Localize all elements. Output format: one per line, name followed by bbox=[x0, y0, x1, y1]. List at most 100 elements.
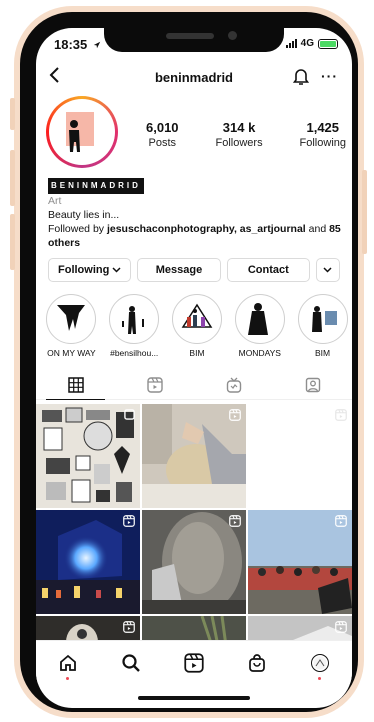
highlight-label: ON MY WAY bbox=[47, 348, 96, 358]
profile-avatar-icon bbox=[311, 653, 330, 672]
post-thumbnail[interactable] bbox=[248, 404, 352, 508]
post-thumbnail[interactable] bbox=[36, 404, 140, 508]
post-thumbnail[interactable] bbox=[248, 510, 352, 614]
stat-following[interactable]: 1,425 Following bbox=[300, 120, 346, 149]
multiple-posts-icon bbox=[124, 409, 135, 420]
highlight-thumbnail bbox=[247, 303, 268, 335]
bell-icon bbox=[292, 69, 310, 85]
nav-profile[interactable] bbox=[305, 648, 335, 680]
highlight-label: MONDAYS bbox=[238, 348, 281, 358]
shopping-bag-icon bbox=[249, 653, 266, 672]
notification-dot bbox=[318, 676, 322, 680]
stat-number: 6,010 bbox=[146, 120, 179, 135]
avatar-image bbox=[66, 112, 94, 152]
post-thumbnail[interactable] bbox=[36, 510, 140, 614]
chevron-down-icon bbox=[323, 267, 333, 273]
stat-label: Posts bbox=[148, 137, 177, 149]
home-indicator[interactable] bbox=[138, 696, 250, 700]
grid-icon bbox=[67, 376, 84, 393]
highlight-thumbnail bbox=[311, 306, 337, 332]
posts-grid bbox=[36, 404, 352, 646]
reel-icon bbox=[123, 621, 135, 633]
stat-followers[interactable]: 314 k Followers bbox=[216, 120, 263, 149]
reels-icon bbox=[146, 376, 163, 393]
reel-icon bbox=[335, 515, 347, 527]
reel-icon bbox=[229, 515, 241, 527]
story-highlights: ON MY WAY #bensilhou... BIM MONDAYS BIM bbox=[42, 294, 352, 358]
stat-label: Following bbox=[299, 137, 346, 149]
tab-posts-grid[interactable] bbox=[36, 370, 115, 400]
side-button bbox=[10, 98, 15, 130]
notifications-button[interactable] bbox=[292, 66, 310, 91]
stat-number: 314 k bbox=[222, 120, 256, 135]
status-bar: 18:35 4G bbox=[36, 28, 352, 58]
contact-label: Contact bbox=[247, 264, 289, 276]
nav-reels[interactable] bbox=[179, 648, 209, 678]
profile-avatar[interactable] bbox=[46, 96, 118, 168]
post-thumbnail[interactable] bbox=[142, 404, 246, 508]
stat-posts[interactable]: 6,010 Posts bbox=[146, 120, 179, 149]
reels-icon bbox=[184, 652, 204, 673]
tab-igtv[interactable] bbox=[194, 370, 273, 399]
profile-header: beninmadrid ··· bbox=[36, 66, 352, 90]
followed-by[interactable]: Followed by jesuschaconphotography, as_a… bbox=[48, 222, 348, 250]
network-label: 4G bbox=[300, 38, 314, 49]
following-button[interactable]: Following bbox=[48, 258, 132, 282]
profile-tabs bbox=[36, 370, 352, 400]
reel-icon bbox=[335, 409, 347, 421]
battery-icon bbox=[318, 38, 338, 49]
stat-number: 1,425 bbox=[306, 120, 340, 135]
highlight-label: BIM bbox=[189, 348, 205, 358]
signal-bars-icon bbox=[285, 39, 297, 48]
highlight-thumbnail bbox=[122, 306, 145, 334]
highlight-item[interactable]: MONDAYS bbox=[230, 294, 289, 358]
side-button bbox=[10, 150, 15, 206]
reel-icon bbox=[335, 621, 347, 633]
profile-actions: Following Message Contact bbox=[48, 258, 340, 282]
following-label: Following bbox=[58, 264, 110, 276]
highlight-label: #bensilhou... bbox=[110, 348, 159, 358]
side-button bbox=[10, 214, 15, 270]
nav-shop[interactable] bbox=[242, 648, 272, 678]
followed-by-names: jesuschaconphotography, as_artjournal bbox=[106, 223, 306, 235]
igtv-icon bbox=[226, 377, 241, 393]
followed-by-prefix: Followed by bbox=[48, 223, 107, 235]
highlight-item[interactable]: ON MY WAY bbox=[42, 294, 101, 358]
highlight-item[interactable]: BIM bbox=[168, 294, 227, 358]
highlight-item[interactable]: #bensilhou... bbox=[105, 294, 164, 358]
message-label: Message bbox=[155, 264, 203, 276]
profile-bio: BENINMADRID Art Beauty lies in... Follow… bbox=[48, 178, 348, 250]
post-thumbnail[interactable] bbox=[142, 510, 246, 614]
more-options-button[interactable]: ··· bbox=[321, 68, 338, 84]
bottom-navigation bbox=[36, 640, 352, 684]
location-arrow-icon bbox=[93, 41, 101, 49]
suggested-accounts-button[interactable] bbox=[315, 258, 340, 282]
reel-icon bbox=[123, 515, 135, 527]
nav-home[interactable] bbox=[53, 648, 83, 680]
tab-reels[interactable] bbox=[115, 370, 194, 399]
tagged-icon bbox=[305, 377, 320, 392]
highlight-item[interactable]: BIM bbox=[293, 294, 352, 358]
bio-text: Beauty lies in... bbox=[48, 209, 120, 221]
home-icon bbox=[59, 654, 76, 671]
status-time: 18:35 bbox=[54, 37, 101, 52]
reel-icon bbox=[229, 409, 241, 421]
chevron-down-icon bbox=[112, 267, 121, 273]
contact-button[interactable]: Contact bbox=[226, 258, 310, 282]
search-icon bbox=[122, 653, 140, 672]
highlight-thumbnail bbox=[181, 303, 213, 328]
status-right: 4G bbox=[285, 38, 338, 49]
message-button[interactable]: Message bbox=[137, 258, 221, 282]
followed-by-and: and bbox=[305, 223, 330, 235]
side-button bbox=[362, 170, 367, 254]
screen: 18:35 4G beninmadrid ··· 6,010 Posts 314… bbox=[36, 28, 352, 708]
time-text: 18:35 bbox=[54, 37, 88, 52]
highlight-thumbnail bbox=[57, 305, 86, 331]
profile-stats: 6,010 Posts 314 k Followers 1,425 Follow… bbox=[146, 120, 346, 149]
profile-category: Art bbox=[48, 195, 62, 207]
highlight-label: BIM bbox=[315, 348, 331, 358]
profile-name: BENINMADRID bbox=[48, 178, 144, 194]
more-dots-icon: ··· bbox=[321, 68, 338, 84]
tab-tagged[interactable] bbox=[273, 370, 352, 399]
nav-search[interactable] bbox=[116, 648, 146, 678]
